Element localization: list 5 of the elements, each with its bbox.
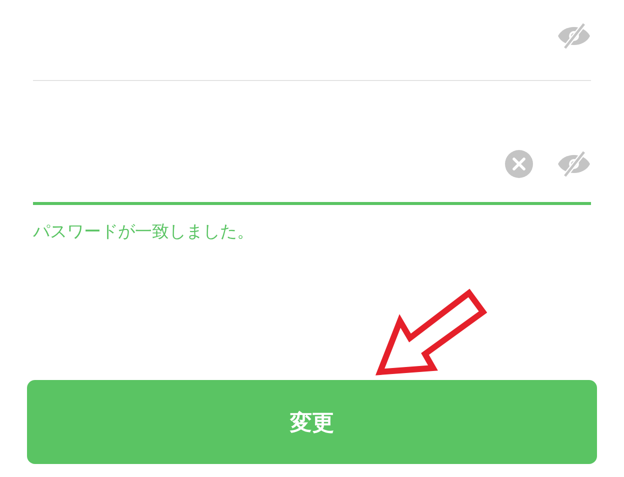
match-message: パスワードが一致しました。 xyxy=(33,221,255,243)
eye-off-icon[interactable] xyxy=(557,150,591,178)
eye-off-icon[interactable] xyxy=(557,22,591,50)
change-button[interactable]: 変更 xyxy=(27,380,597,464)
clear-icon[interactable] xyxy=(505,150,533,178)
